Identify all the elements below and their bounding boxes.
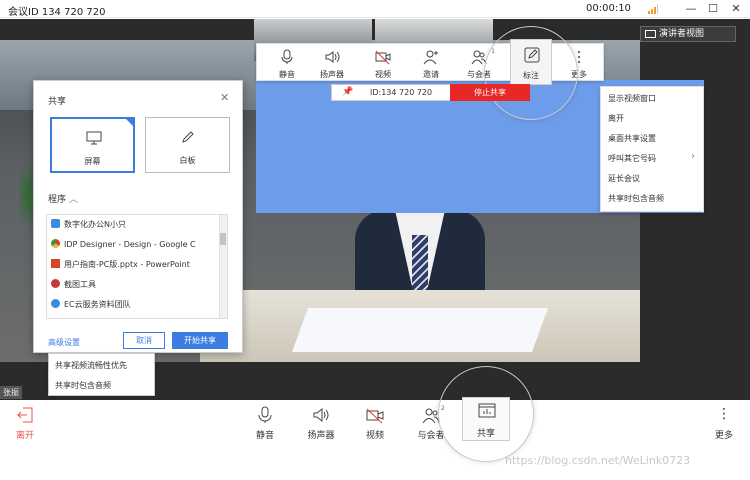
meeting-timer: 00:00:10 — [586, 3, 631, 14]
program-item[interactable]: IDP Designer - Design - Google C — [51, 239, 211, 249]
speaker-button[interactable]: 扬声器 — [310, 44, 354, 82]
participant-name-tag: 张振 — [0, 386, 22, 399]
speaker-view-icon — [645, 30, 656, 38]
leave-label: 离开 — [15, 431, 34, 441]
chat-icon — [51, 299, 60, 308]
chevron-up-icon: ︿ — [68, 195, 78, 205]
bottom-toolbar: 离开 静音 扬声器 视频 2 与会者 ⋮ 更多 — [0, 400, 750, 480]
mute-button[interactable]: 静音 — [242, 400, 288, 450]
close-icon[interactable]: ✕ — [727, 1, 745, 17]
speaker-button[interactable]: 扬声器 — [298, 400, 344, 450]
more-menu: 显示视频窗口 离开 桌面共享设置 呼叫其它号码 › 延长会议 共享时包含音频 — [600, 86, 704, 212]
stop-sharing-button[interactable]: 停止共享 — [450, 84, 530, 101]
share-dialog: 共享 ✕ 屏幕 白板 程序 ︿ 数字化办公N小只 IDP Designer - … — [33, 80, 243, 353]
invite-button[interactable]: 邀请 — [409, 44, 453, 82]
video-label: 视频 — [375, 70, 391, 79]
video-off-icon — [366, 408, 384, 424]
pin-icon[interactable]: 📌 — [342, 87, 353, 97]
menu-item-call-other-number[interactable]: 呼叫其它号码 — [608, 153, 656, 164]
speaker-label: 扬声器 — [320, 70, 344, 79]
watermark-text: https://blog.csdn.net/WeLink0723 — [505, 454, 691, 467]
video-button[interactable]: 视频 — [352, 400, 398, 450]
cancel-button[interactable]: 取消 — [123, 332, 165, 349]
program-item[interactable]: 用户指南-PC版.pptx - PowerPoint — [51, 259, 211, 270]
video-label: 视频 — [365, 431, 384, 441]
highlight-circle — [438, 366, 534, 462]
exit-icon — [17, 407, 33, 423]
maximize-icon[interactable]: ☐ — [704, 1, 722, 17]
invite-label: 邀请 — [423, 70, 439, 79]
snipping-tool-icon — [51, 279, 60, 288]
meeting-id-title: 会议ID 134 720 720 — [8, 7, 106, 18]
menu-item-include-audio[interactable]: 共享时包含音频 — [55, 380, 111, 391]
more-button[interactable]: ⋮ 更多 — [701, 400, 747, 450]
monitor-icon — [86, 131, 102, 145]
share-screen-option[interactable]: 屏幕 — [50, 117, 135, 173]
share-dialog-title: 共享 — [48, 97, 67, 107]
leave-button[interactable]: 离开 — [2, 400, 48, 450]
pen-icon — [182, 131, 194, 143]
more-icon: ⋮ — [717, 406, 731, 422]
scrollbar[interactable] — [219, 215, 227, 318]
speaker-icon — [313, 407, 329, 423]
menu-item-include-audio[interactable]: 共享时包含音频 — [608, 193, 664, 204]
submenu-arrow-icon: › — [691, 151, 695, 162]
add-user-icon — [423, 50, 438, 65]
menu-item-extend-meeting[interactable]: 延长会议 — [608, 173, 640, 184]
chrome-icon — [51, 239, 60, 248]
start-sharing-button[interactable]: 开始共享 — [172, 332, 228, 349]
meeting-id-text: ID:134 720 720 — [370, 88, 433, 97]
speaker-view-button[interactable]: 演讲者视图 — [640, 26, 736, 42]
mute-label: 静音 — [279, 70, 295, 79]
share-screen-label: 屏幕 — [84, 157, 101, 166]
close-icon[interactable]: ✕ — [220, 91, 229, 104]
menu-item-leave[interactable]: 离开 — [608, 113, 624, 124]
minimize-icon[interactable]: — — [682, 1, 700, 17]
powerpoint-icon — [51, 259, 60, 268]
program-list: 数字化办公N小只 IDP Designer - Design - Google … — [46, 214, 228, 319]
program-item[interactable]: 数字化办公N小只 — [51, 219, 211, 230]
speaker-icon — [325, 51, 340, 63]
video-off-icon — [375, 50, 391, 65]
video-button[interactable]: 视频 — [361, 44, 405, 82]
microphone-icon — [258, 406, 272, 423]
share-whiteboard-option[interactable]: 白板 — [145, 117, 230, 173]
speaker-view-label: 演讲者视图 — [659, 29, 705, 39]
share-whiteboard-label: 白板 — [179, 156, 196, 165]
speaker-label: 扬声器 — [307, 431, 335, 441]
signal-icon — [648, 4, 658, 14]
mute-label: 静音 — [255, 431, 274, 441]
title-bar: 会议ID 134 720 720 00:00:10 — ☐ ✕ — [0, 0, 750, 18]
menu-item-show-video[interactable]: 显示视频窗口 — [608, 93, 656, 104]
menu-item-desktop-share-settings[interactable]: 桌面共享设置 — [608, 133, 656, 144]
mute-button[interactable]: 静音 — [265, 44, 309, 82]
more-label: 更多 — [714, 431, 733, 441]
app-icon — [51, 219, 60, 228]
microphone-icon — [281, 49, 293, 64]
programs-header[interactable]: 程序 ︿ — [48, 192, 78, 205]
program-item[interactable]: EC云服务资料团队 — [51, 299, 211, 310]
menu-item-video-smoothness[interactable]: 共享视频流畅性优先 — [55, 360, 127, 371]
highlight-circle — [484, 26, 578, 120]
advanced-settings-link[interactable]: 高级设置 — [48, 337, 80, 348]
program-item[interactable]: 截图工具 — [51, 279, 211, 290]
advanced-settings-menu: 共享视频流畅性优先 共享时包含音频 — [48, 353, 155, 396]
